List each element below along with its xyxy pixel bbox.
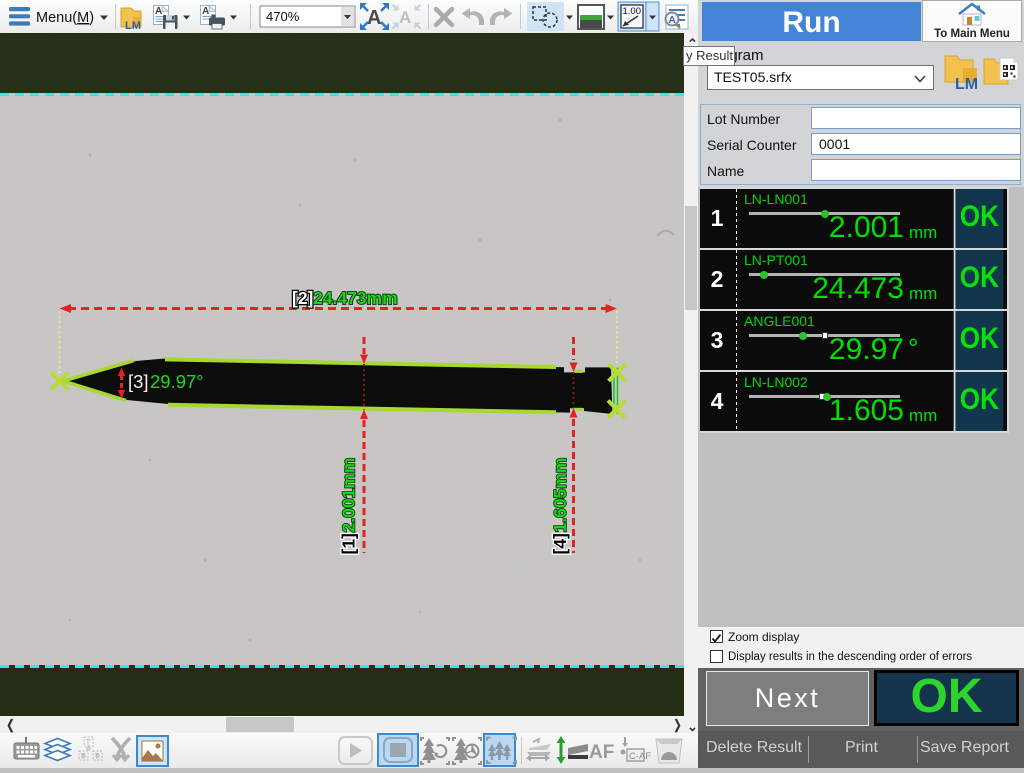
svg-text:C-AF: C-AF xyxy=(629,751,651,762)
svg-text:[3]: [3] xyxy=(128,371,149,392)
svg-text:A: A xyxy=(669,15,676,26)
svg-text:Menu(M): Menu(M) xyxy=(36,10,94,26)
svg-text:T: T xyxy=(86,738,91,747)
svg-text:2.001mm: 2.001mm xyxy=(339,458,359,533)
svg-text:1.00: 1.00 xyxy=(623,6,642,17)
svg-text:A: A xyxy=(202,6,209,17)
svg-text:29.97°: 29.97° xyxy=(150,371,204,392)
svg-text:1.605mm: 1.605mm xyxy=(550,458,570,533)
svg-text:[2]: [2] xyxy=(292,288,313,308)
svg-text:24.473mm: 24.473mm xyxy=(313,288,398,308)
svg-text:[1]: [1] xyxy=(339,533,359,554)
svg-text:470%: 470% xyxy=(266,9,300,24)
svg-text:A: A xyxy=(155,6,162,17)
svg-text:A: A xyxy=(399,8,411,27)
svg-text:A: A xyxy=(367,7,381,29)
svg-text:LM: LM xyxy=(955,76,978,92)
svg-text:[4]: [4] xyxy=(550,533,570,554)
svg-text:AF: AF xyxy=(589,742,614,763)
svg-text:LM: LM xyxy=(125,20,141,32)
